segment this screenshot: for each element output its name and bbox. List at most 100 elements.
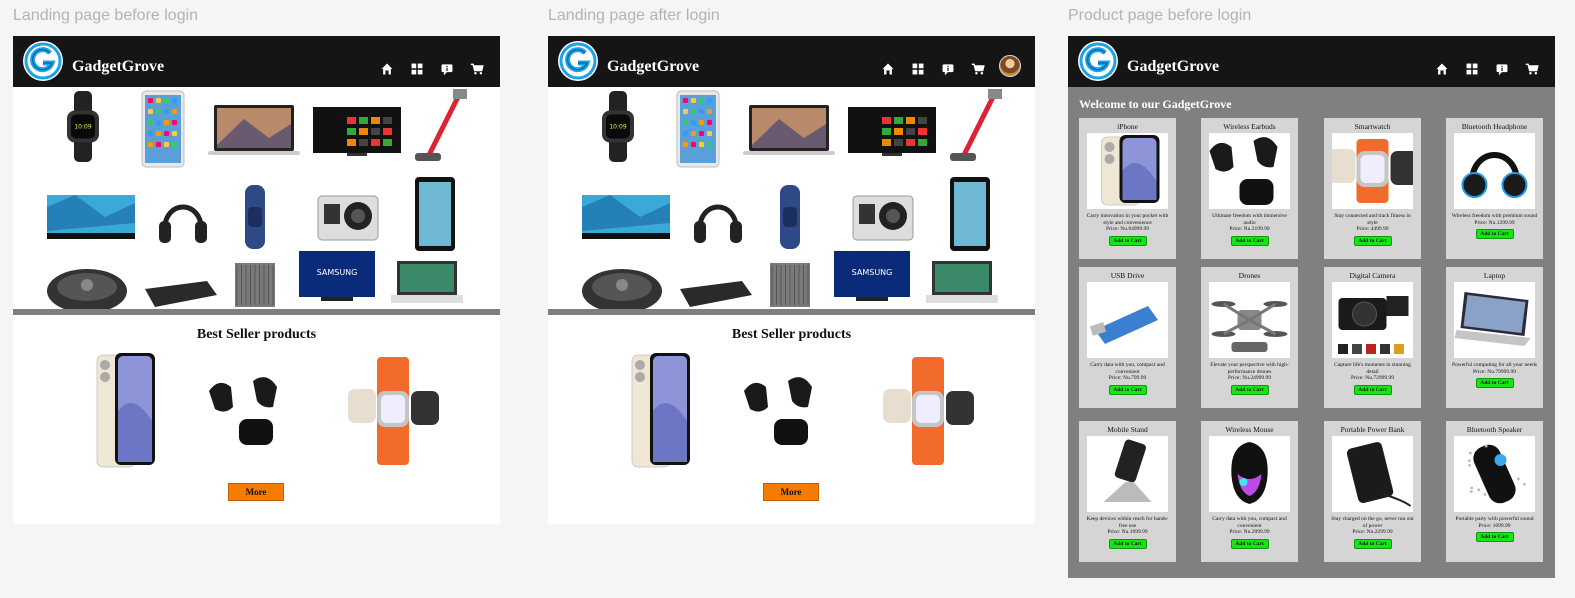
vacuum-image bbox=[950, 89, 1002, 161]
watch-image: 10:09 bbox=[602, 91, 634, 162]
add-to-cart-button[interactable]: Add to Cart bbox=[1354, 236, 1392, 246]
product-description: Portable party with powerful sound bbox=[1451, 516, 1538, 523]
iphone-image bbox=[608, 351, 708, 471]
cart-icon[interactable] bbox=[1523, 60, 1541, 78]
product-image bbox=[1332, 282, 1413, 358]
site-header: GadgetGrove bbox=[13, 36, 500, 87]
add-to-cart-button[interactable]: Add to Cart bbox=[1109, 385, 1147, 395]
grid-icon[interactable] bbox=[408, 60, 426, 78]
landing-after-login-frame: GadgetGrove 10:09 SAMSUNG Best Seller pro… bbox=[548, 36, 1035, 524]
product-description: Wireless freedom with premium sound bbox=[1451, 213, 1538, 220]
user-avatar[interactable] bbox=[999, 55, 1021, 77]
monitor-image: SAMSUNG bbox=[299, 251, 375, 301]
tv-image bbox=[313, 107, 401, 156]
product-price: Price: Nu.84999.99 bbox=[1083, 226, 1172, 233]
landing-before-login-frame: GadgetGrove 10:09 SAMSUNG Best Seller pro… bbox=[13, 36, 500, 524]
product-name: USB Drive bbox=[1079, 271, 1176, 280]
product-description: Carry data with you, compact and conveni… bbox=[1084, 362, 1171, 375]
product-price: Price: Nu.79999.99 bbox=[1450, 369, 1539, 376]
product-image bbox=[1332, 436, 1413, 512]
cart-icon[interactable] bbox=[468, 60, 486, 78]
product-card: Digital Camera Capture life's moments in … bbox=[1324, 267, 1421, 408]
home-icon[interactable] bbox=[378, 60, 396, 78]
vacuum-image bbox=[415, 89, 467, 161]
svg-text:SAMSUNG: SAMSUNG bbox=[852, 268, 893, 277]
add-to-cart-button[interactable]: Add to Cart bbox=[1231, 385, 1269, 395]
best-seller-section: Best Seller products More bbox=[548, 315, 1035, 519]
gadgetgrove-logo[interactable] bbox=[558, 41, 598, 81]
more-button[interactable]: More bbox=[228, 483, 284, 501]
watch-image: 10:09 bbox=[67, 91, 99, 162]
gopro-image bbox=[853, 196, 913, 240]
frame-label-product-before-login: Product page before login bbox=[1068, 7, 1251, 25]
product-image bbox=[1087, 282, 1168, 358]
product-image bbox=[1087, 436, 1168, 512]
product-card: Portable Power Bank Stay charged on the g… bbox=[1324, 421, 1421, 562]
grid-icon[interactable] bbox=[909, 60, 927, 78]
product-image bbox=[1454, 436, 1535, 512]
band-image bbox=[780, 185, 800, 249]
add-to-cart-button[interactable]: Add to Cart bbox=[1109, 539, 1147, 549]
laptop2-image bbox=[926, 261, 998, 303]
add-to-cart-button[interactable]: Add to Cart bbox=[1231, 236, 1269, 246]
nav-bar bbox=[378, 60, 486, 78]
nav-bar bbox=[1433, 60, 1541, 78]
band-image bbox=[245, 185, 265, 249]
home-icon[interactable] bbox=[879, 60, 897, 78]
brand-name: GadgetGrove bbox=[607, 58, 699, 76]
product-price: Price: Nu.24999.99 bbox=[1205, 375, 1294, 382]
add-to-cart-button[interactable]: Add to Cart bbox=[1476, 229, 1514, 239]
product-grid: Welcome to our GadgetGrove iPhone Carry i… bbox=[1068, 87, 1555, 578]
product-price: Price: Nu.2099.99 bbox=[1205, 529, 1294, 536]
product-card: Wireless Earbuds Ultimate freedom with im… bbox=[1201, 118, 1298, 259]
product-price: Price: Nu.799.99 bbox=[1083, 375, 1172, 382]
tablet2-image bbox=[950, 177, 990, 251]
smartwatch-image bbox=[343, 351, 443, 471]
add-to-cart-button[interactable]: Add to Cart bbox=[1476, 378, 1514, 388]
info-icon[interactable] bbox=[939, 60, 957, 78]
product-price: Price: Nu.2199.99 bbox=[1205, 226, 1294, 233]
robot-image bbox=[582, 269, 662, 313]
headphone-image bbox=[159, 207, 207, 243]
home-icon[interactable] bbox=[1433, 60, 1451, 78]
product-name: Mobile Stand bbox=[1079, 425, 1176, 434]
product-name: Wireless Mouse bbox=[1201, 425, 1298, 434]
iphone-image bbox=[73, 351, 173, 471]
product-image bbox=[1209, 282, 1290, 358]
add-to-cart-button[interactable]: Add to Cart bbox=[1354, 539, 1392, 549]
gadgetgrove-logo[interactable] bbox=[23, 41, 63, 81]
speakerbox-image bbox=[770, 263, 810, 307]
product-card: Bluetooth Speaker Portable party with pow… bbox=[1446, 421, 1543, 562]
product-description: Carry data with you, compact and conveni… bbox=[1206, 516, 1293, 529]
smartwatch-image bbox=[878, 351, 978, 471]
product-name: Portable Power Bank bbox=[1324, 425, 1421, 434]
product-price: Price: Nu.1099.99 bbox=[1083, 529, 1172, 536]
product-price: Price: Nu.72999.99 bbox=[1328, 375, 1417, 382]
brand-name: GadgetGrove bbox=[1127, 58, 1219, 76]
cart-icon[interactable] bbox=[969, 60, 987, 78]
product-description: Elevate your perspective with high-perfo… bbox=[1206, 362, 1293, 375]
grid-icon[interactable] bbox=[1463, 60, 1481, 78]
add-to-cart-button[interactable]: Add to Cart bbox=[1109, 236, 1147, 246]
product-image bbox=[1209, 133, 1290, 209]
monitor-image: SAMSUNG bbox=[834, 251, 910, 301]
product-name: Laptop bbox=[1446, 271, 1543, 280]
product-image bbox=[1087, 133, 1168, 209]
product-price: Price: 1699.99 bbox=[1450, 523, 1539, 530]
wireless-earbuds-image bbox=[734, 351, 834, 471]
add-to-cart-button[interactable]: Add to Cart bbox=[1476, 532, 1514, 542]
add-to-cart-button[interactable]: Add to Cart bbox=[1354, 385, 1392, 395]
info-icon[interactable] bbox=[1493, 60, 1511, 78]
product-card: Smartwatch Stay connected and track fitne… bbox=[1324, 118, 1421, 259]
info-icon[interactable] bbox=[438, 60, 456, 78]
gadgetgrove-logo[interactable] bbox=[1078, 41, 1118, 81]
more-button[interactable]: More bbox=[763, 483, 819, 501]
speakerbar-image bbox=[680, 281, 752, 307]
gopro-image bbox=[318, 196, 378, 240]
product-name: Drones bbox=[1201, 271, 1298, 280]
tvwide-image bbox=[582, 195, 670, 239]
product-card: USB Drive Carry data with you, compact an… bbox=[1079, 267, 1176, 408]
product-description: Stay connected and track fitness in styl… bbox=[1329, 213, 1416, 226]
product-name: Smartwatch bbox=[1324, 122, 1421, 131]
add-to-cart-button[interactable]: Add to Cart bbox=[1231, 539, 1269, 549]
